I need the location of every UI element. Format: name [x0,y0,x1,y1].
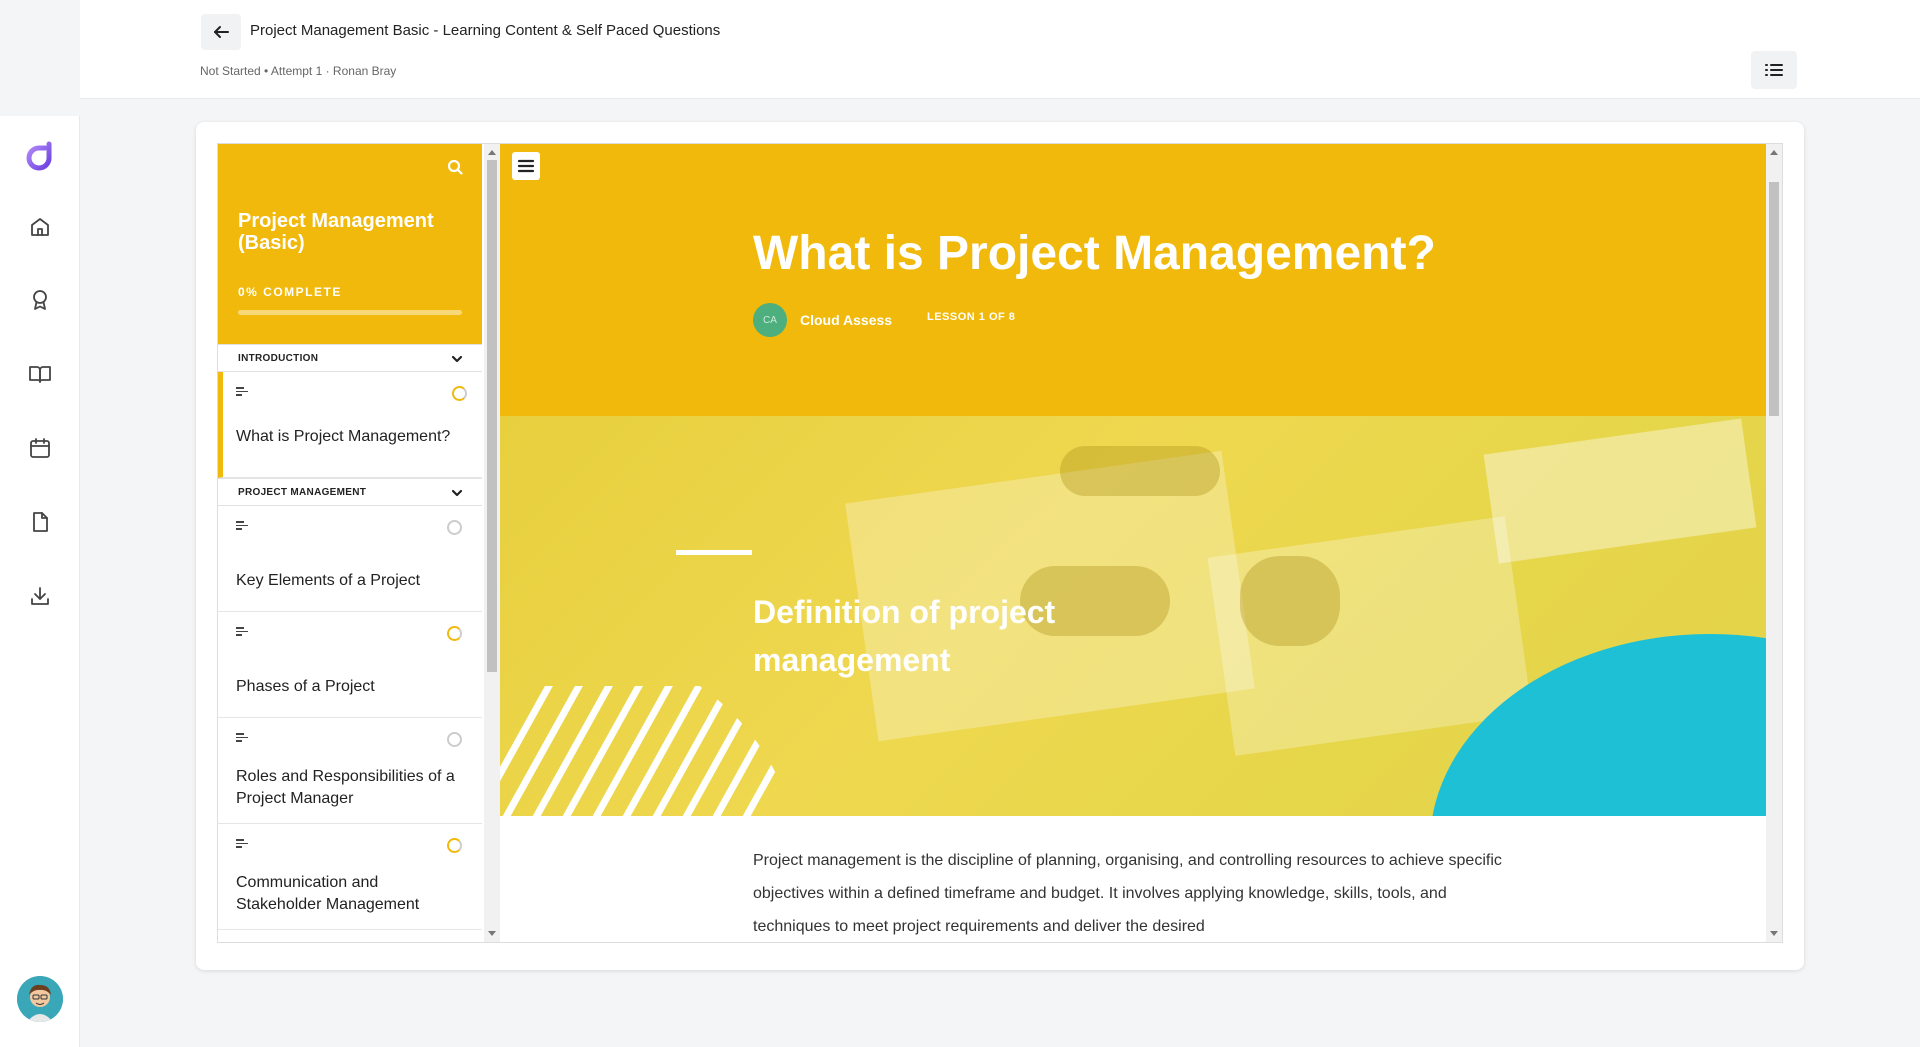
lesson-name: Key Elements of a Project [236,572,421,589]
outline-toggle-button[interactable] [1751,51,1797,89]
lesson-counter: LESSON 1 OF 8 [927,311,1016,323]
app-rail [0,0,80,1047]
content-scrollbar[interactable] [1766,144,1782,942]
back-button[interactable] [201,14,241,50]
chevron-down-icon [451,355,463,363]
lesson-title: What is Project Management? [753,227,1436,280]
status-not-started-icon [447,732,462,747]
scroll-down-arrow-icon[interactable] [1770,931,1778,936]
lesson-item[interactable]: Phases of a Project [218,612,482,718]
app-logo-icon[interactable] [24,140,56,172]
course-outline: Project Management (Basic) 0% COMPLETE I… [218,144,484,942]
book-icon[interactable] [26,360,54,388]
arrow-left-icon [214,26,229,38]
banner-laptop-shape [1483,418,1757,564]
document-icon[interactable] [26,508,54,536]
banner-accent-line [676,550,752,555]
search-icon[interactable] [444,156,466,178]
course-title: Project Management (Basic) [238,210,434,254]
lesson-frame: Project Management (Basic) 0% COMPLETE I… [217,143,1783,943]
author-avatar: CA [753,303,787,337]
course-progress-bar [238,310,462,315]
lesson-item[interactable]: Communication and Stakeholder Management [218,824,482,930]
banner-hand-shape [1240,556,1340,646]
section-project-management[interactable]: PROJECT MANAGEMENT [218,478,482,506]
lesson-item[interactable]: Key Elements of a Project [218,506,482,612]
hamburger-menu-button[interactable] [512,152,540,180]
section-introduction[interactable]: INTRODUCTION [218,344,482,372]
status-not-started-icon [447,520,462,535]
text-lines-icon [236,627,248,637]
home-icon[interactable] [26,213,54,241]
list-icon [1765,64,1783,76]
top-bar: Project Management Basic - Learning Cont… [80,0,1920,99]
scroll-down-arrow-icon[interactable] [488,931,496,936]
lesson-banner-image: Definition of project management [500,416,1766,816]
text-lines-icon [236,839,248,849]
author-name: Cloud Assess [800,312,893,328]
chevron-down-icon [451,489,463,497]
lesson-item[interactable]: Roles and Responsibilities of a Project … [218,718,482,824]
lesson-name: Communication and Stakeholder Management [236,874,420,913]
download-icon[interactable] [26,582,54,610]
section-label: INTRODUCTION [238,353,319,364]
hamburger-icon [517,159,535,173]
course-progress-label: 0% COMPLETE [238,285,342,299]
lesson-name: What is Project Management? [236,428,451,445]
lesson-name: Phases of a Project [236,678,375,695]
attempt-status: Not Started • Attempt 1 · Ronan Bray [200,64,397,78]
lesson-content: What is Project Management? CA Cloud Ass… [500,144,1766,942]
outline-scrollbar[interactable] [484,144,500,942]
banner-heading: Definition of project management [753,594,1056,678]
lesson-name: Roles and Responsibilities of a Project … [236,768,455,807]
banner-stripes-decoration [500,686,800,816]
scrollbar-thumb[interactable] [487,160,497,672]
course-header: Project Management (Basic) 0% COMPLETE [218,144,482,344]
scroll-up-arrow-icon[interactable] [1770,150,1778,155]
text-lines-icon [236,387,248,397]
status-in-progress-icon [447,626,462,641]
calendar-icon[interactable] [26,434,54,462]
lesson-hero: What is Project Management? CA Cloud Ass… [500,144,1766,416]
scrollbar-thumb[interactable] [1769,182,1779,416]
page-title: Project Management Basic - Learning Cont… [250,22,721,39]
lesson-body-paragraph: Project management is the discipline of … [753,852,1502,935]
section-label: PROJECT MANAGEMENT [238,487,367,498]
lesson-item-active[interactable]: What is Project Management? [218,372,482,478]
status-in-progress-icon [447,838,462,853]
text-lines-icon [236,733,248,743]
user-avatar[interactable] [17,976,63,1022]
award-icon[interactable] [26,286,54,314]
scroll-up-arrow-icon[interactable] [488,150,496,155]
status-in-progress-icon [452,386,467,401]
text-lines-icon [236,521,248,531]
banner-hand-shape [1060,446,1220,496]
